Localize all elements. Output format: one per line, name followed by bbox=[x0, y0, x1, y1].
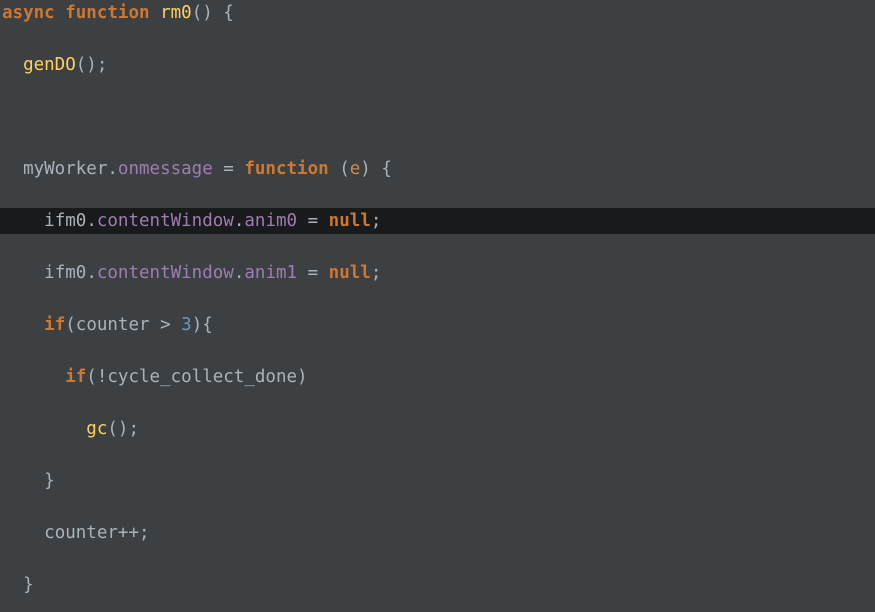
code-line: } bbox=[0, 468, 875, 494]
code-line: counter++; bbox=[0, 520, 875, 546]
code-line: } bbox=[0, 572, 875, 598]
code-line: myWorker.onmessage = function (e) { bbox=[0, 156, 875, 182]
code-line-highlighted: ifm0.contentWindow.anim0 = null; bbox=[0, 208, 875, 234]
code-line: gc(); bbox=[0, 416, 875, 442]
code-block: async function rm0() { genDO(); myWorker… bbox=[0, 0, 875, 612]
code-line: if(counter > 3){ bbox=[0, 312, 875, 338]
code-line: ifm0.contentWindow.anim1 = null; bbox=[0, 260, 875, 286]
code-line bbox=[0, 104, 875, 130]
code-line: async function rm0() { bbox=[0, 0, 875, 26]
code-line: genDO(); bbox=[0, 52, 875, 78]
code-line: if(!cycle_collect_done) bbox=[0, 364, 875, 390]
